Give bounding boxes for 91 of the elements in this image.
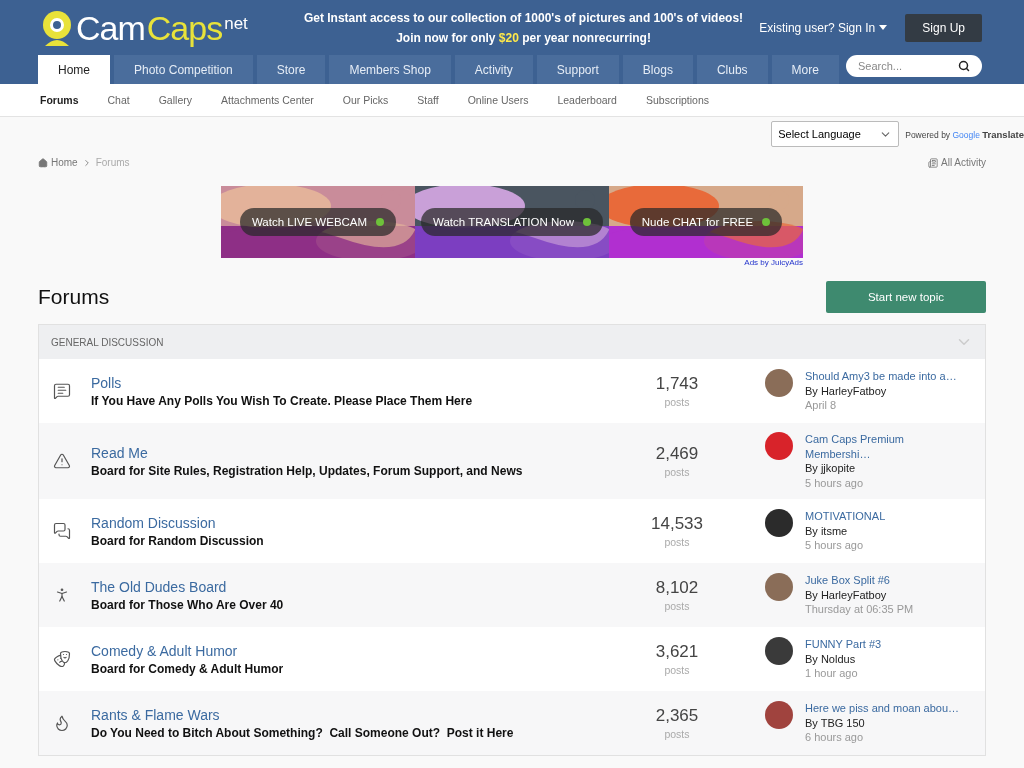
language-select[interactable]: Select Language	[771, 121, 900, 147]
nav-tab[interactable]: Store	[256, 55, 326, 84]
author-text: By itsme	[805, 523, 849, 539]
logo-text[interactable]: Cam	[76, 10, 145, 45]
post-count: 14,533	[650, 514, 704, 534]
author-text: By Noldus	[805, 651, 857, 667]
activity-icon	[928, 157, 938, 168]
post-count: 8,102	[654, 578, 700, 598]
posts-label: posts	[663, 664, 691, 676]
breadcrumb-link[interactable]: Home	[38, 157, 78, 168]
posts-label: posts	[663, 600, 691, 612]
post-count: 3,621	[654, 642, 700, 662]
promo-text: Join now for only $20 per year nonrecurring!	[395, 29, 652, 47]
nav-tab[interactable]: Blogs	[622, 55, 693, 84]
forum-title-link[interactable]: Comedy & Adult Humor	[91, 642, 617, 659]
post-time: 5 hours ago	[805, 475, 865, 490]
author-text: By jjkopite	[805, 461, 857, 476]
subnav-link[interactable]: Forums	[40, 94, 79, 106]
author-text: By HarleyFatboy	[805, 383, 888, 399]
search-icon	[958, 60, 970, 72]
logo-text[interactable]: Caps	[146, 10, 223, 45]
nav-tab[interactable]: More	[771, 55, 839, 84]
last-post-link[interactable]: Juke Box Split #6	[805, 573, 914, 588]
ad-link[interactable]: Watch TRANSLATION Now	[421, 208, 603, 236]
logo-suffix: net	[224, 13, 248, 34]
powered-by-text: Powered by Google Translate	[905, 128, 1024, 140]
ad-link[interactable]: Watch LIVE WEBCAM	[239, 208, 397, 236]
forum-description: Board for Those Who Are Over 40	[91, 597, 285, 612]
forum-icon	[53, 714, 71, 732]
author-text: By HarleyFatboy	[805, 587, 888, 603]
post-time: April 8	[805, 398, 838, 413]
forum-title-link[interactable]: Polls	[91, 374, 617, 391]
nav-tab[interactable]: Support	[536, 55, 619, 84]
subnav-link[interactable]: Subscriptions	[645, 94, 709, 106]
webcam-icon	[40, 9, 74, 46]
post-count: 1,743	[654, 374, 700, 394]
forum-title-link[interactable]: Rants & Flame Wars	[91, 706, 617, 723]
nav-tab[interactable]: Activity	[454, 55, 533, 84]
subnav-link[interactable]: Leaderboard	[557, 94, 617, 106]
last-post-link[interactable]: MOTIVATIONAL	[805, 509, 886, 524]
forum-title-link[interactable]: Random Discussion	[91, 514, 617, 531]
post-time: 5 hours ago	[805, 538, 865, 553]
forum-icon	[53, 452, 71, 470]
promo-text: Get Instant access to our collection of 1000's of pictures and 100's of videos!	[302, 9, 745, 27]
post-time: 6 hours ago	[805, 730, 865, 745]
post-time: 1 hour ago	[805, 666, 859, 681]
nav-tab[interactable]: Clubs	[696, 55, 768, 84]
post-count: 2,469	[654, 444, 700, 464]
nav-tab[interactable]: Members Shop	[329, 55, 451, 84]
search-field[interactable]: Search...	[846, 55, 982, 77]
subnav-link[interactable]: Staff	[417, 94, 439, 106]
last-post-link[interactable]: Cam Caps Premium Membershi…	[805, 432, 965, 461]
posts-label: posts	[663, 728, 691, 740]
subnav-link[interactable]: Online Users	[467, 94, 529, 106]
avatar[interactable]	[765, 509, 793, 538]
subnav-link[interactable]: Gallery	[158, 94, 192, 106]
posts-label: posts	[663, 396, 691, 408]
last-post-link[interactable]: Here we piss and moan abou…	[805, 701, 960, 716]
ads-credit-link[interactable]: Ads by JuicyAds	[221, 258, 803, 267]
all-activity-link[interactable]: All Activity	[928, 157, 986, 168]
subnav-link[interactable]: Chat	[107, 94, 130, 106]
start-topic-button[interactable]: Start new topic	[826, 281, 986, 313]
forum-title-link[interactable]: The Old Dudes Board	[91, 578, 617, 595]
forum-description: If You Have Any Polls You Wish To Create. Please Place Them Here	[91, 393, 474, 408]
forum-icon	[53, 522, 71, 540]
forum-description: Board for Random Discussion	[91, 533, 265, 548]
sign-in-link[interactable]: Existing user? Sign In	[759, 20, 888, 35]
avatar[interactable]	[765, 637, 793, 666]
home-icon	[38, 157, 48, 168]
forum-description: Board for Comedy & Adult Humor	[91, 661, 285, 676]
forum-icon	[53, 382, 71, 400]
forum-description: Do You Need to Bitch About Something? Call Someone Out? Post it Here	[91, 725, 515, 740]
forum-icon	[53, 650, 71, 668]
sign-up-button[interactable]: Sign Up	[905, 13, 982, 42]
subnav-link[interactable]: Our Picks	[342, 94, 389, 106]
page-title: Forums	[38, 285, 110, 309]
last-post-link[interactable]: FUNNY Part #3	[805, 637, 882, 652]
author-text: By TBG 150	[805, 715, 866, 731]
posts-label: posts	[663, 536, 691, 548]
forum-title-link[interactable]: Read Me	[91, 444, 617, 461]
posts-label: posts	[663, 466, 691, 478]
subnav-link[interactable]: Attachments Center	[220, 94, 314, 106]
nav-tab[interactable]: Photo Competition	[114, 55, 253, 84]
post-count: 2,365	[654, 706, 700, 726]
caret-icon	[879, 25, 888, 30]
section-title: GENERAL DISCUSSION	[51, 336, 164, 348]
post-time: Thursday at 06:35 PM	[805, 602, 914, 617]
last-post-link[interactable]: Should Amy3 be made into a…	[805, 369, 957, 384]
forum-description: Board for Site Rules, Registration Help, Updates, Forum Support, and News	[91, 463, 524, 478]
ad-link[interactable]: Nude CHAT for FREE	[629, 208, 783, 236]
nav-tab[interactable]: Home	[38, 55, 110, 84]
